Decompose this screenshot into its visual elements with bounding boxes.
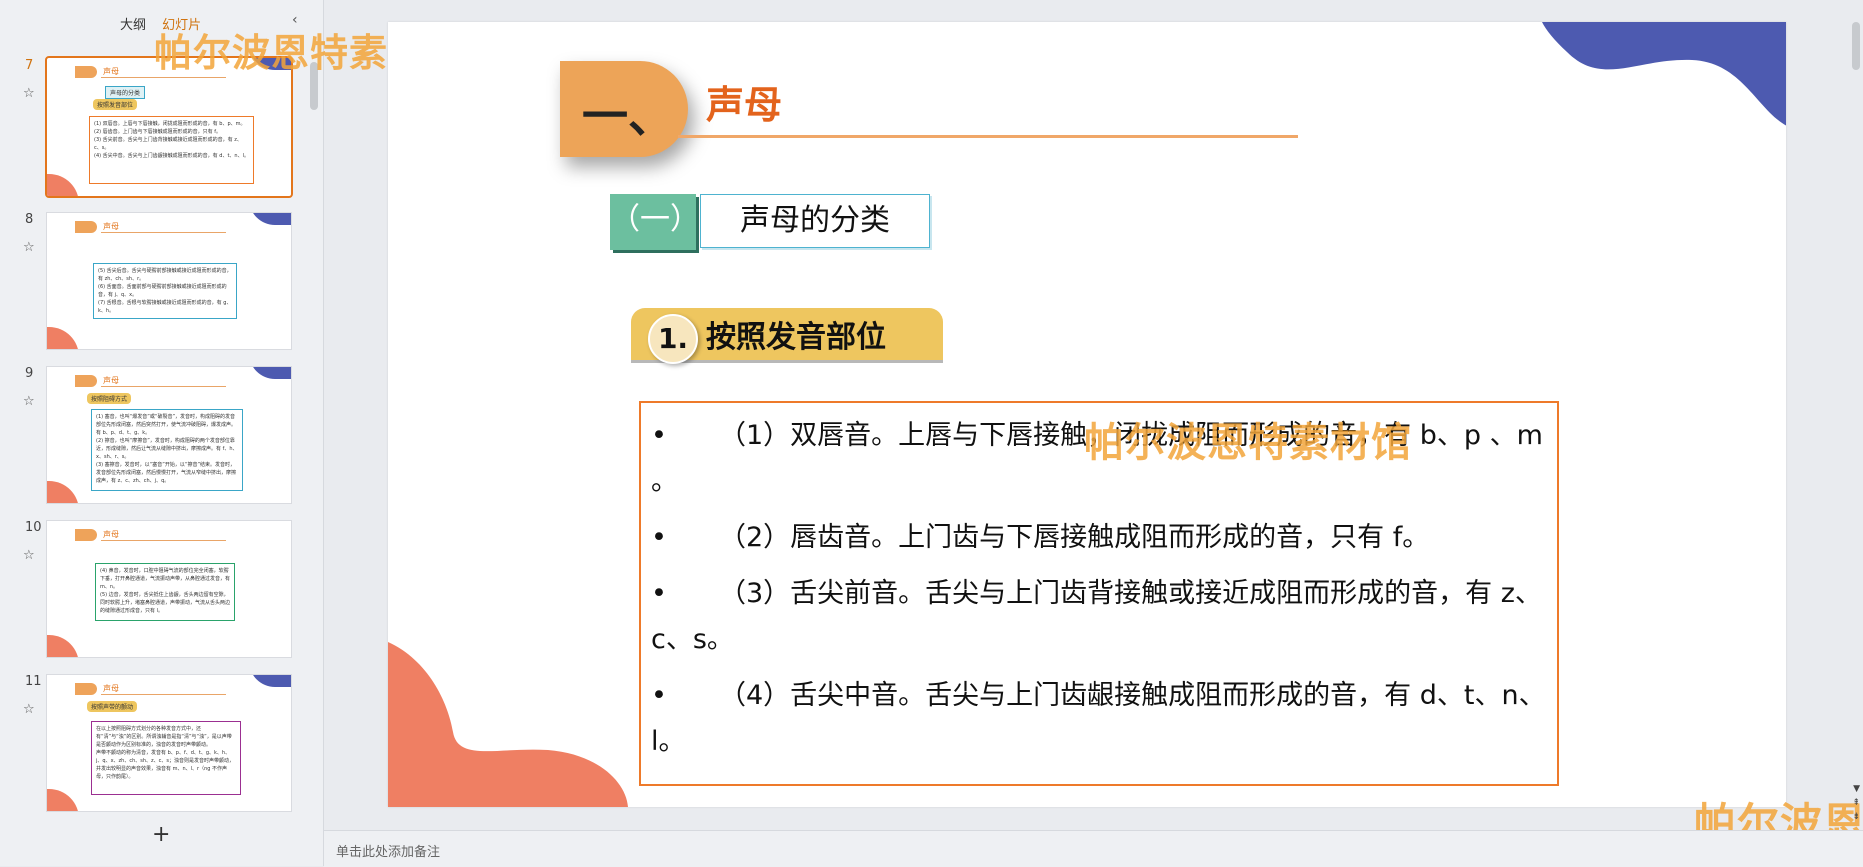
star-icon[interactable]: ☆ [23, 86, 35, 101]
thumbnail-content-box: (5) 舌尖后音。舌尖与硬腭前部接触或接近成阻而形成的音，有 zh、ch、sh、… [93, 263, 237, 319]
slide-thumbnail[interactable]: 声母 按照阻碍方式 (1) 塞音，也叫“爆发音”或“破裂音”，发音时，构成阻碍的… [46, 366, 292, 504]
thumbnail-line: (3) 舌尖前音。舌尖与上门齿背接触或接近成阻而形成的音，有 z、c、s。 [94, 137, 242, 151]
subheading-number: 1. [648, 314, 698, 364]
slide-panel: 大纲 幻灯片 ‹ 7 ☆ 声母 声母的分类 按照发音部位 (1) 双唇音。上唇与… [0, 0, 465, 866]
editor-area: 一、 声母 （一） 声母的分类 1. 按照发音部位 • （1）双唇音。上唇与下唇接… [324, 0, 1863, 867]
thumbnail-line: (1) 塞音，也叫“爆发音”或“破裂音”，发音时，构成阻碍的发音部位先形成闭塞，… [96, 414, 237, 436]
heading-shape [75, 529, 97, 541]
notes-pane[interactable]: 单击此处添加备注 [324, 830, 1863, 867]
bullet-dot: • [651, 522, 667, 553]
subheading-text: 按照发音部位 [706, 320, 886, 355]
corner-shape [249, 213, 291, 225]
thumbnail-line: (3) 塞擦音，发音时，以“塞音”开始，以“擦音”结束。发音时，发音部位先形成闭… [96, 462, 237, 484]
slide-number: 10 [25, 520, 42, 535]
next-slide-icon[interactable]: ⇟ [1852, 812, 1860, 822]
thumbnail-title: 声母 [103, 684, 119, 693]
bullet-text: （2）唇齿音。上门齿与下唇接触成阻而形成的音，只有 f。 [719, 522, 1430, 553]
thumbnail-content-box: 在以上按照阻碍方式划分的各种发音方式中，还有“清”与“浊”的区别。所谓浊辅音是指… [91, 721, 241, 795]
thumbnail-subheading: 声母的分类 [105, 86, 146, 99]
divider [101, 694, 226, 695]
corner-shape [47, 789, 79, 811]
thumbnail-line: 在以上按照阻碍方式划分的各种发音方式中，还有“清”与“浊”的区别。所谓浊辅音是指… [96, 726, 232, 748]
thumbnail-line: (5) 舌尖后音。舌尖与硬腭前部接触或接近成阻而形成的音，有 zh、ch、sh、… [98, 268, 232, 282]
corner-shape-bottom-left [388, 642, 628, 807]
thumbnail-line: (4) 鼻音，发音时，口腔中阻碍气流的部位完全闭塞，软腭下垂，打开鼻腔通道，气流… [100, 568, 231, 590]
slide-thumbnail[interactable]: 声母 按照声带的颤动 在以上按照阻碍方式划分的各种发音方式中，还有“清”与“浊”… [46, 674, 292, 812]
bullet-dot: • [651, 578, 667, 609]
thumbnail-title: 声母 [103, 530, 119, 539]
slide-number: 11 [25, 674, 42, 689]
thumbnail-line: (2) 擦音，也叫“摩擦音”，发音时，构成阻碍的两个发音部位靠近，形成缝隙，然后… [96, 438, 238, 460]
heading-shape [75, 66, 97, 78]
slide-title: 声母 [706, 83, 783, 127]
star-icon[interactable]: ☆ [23, 548, 35, 563]
notes-placeholder[interactable]: 单击此处添加备注 [336, 841, 440, 860]
thumbnail-line: (5) 边音，发音时，舌尖抵住上齿龈，舌头两边留有空隙，同时软腭上升，堵塞鼻腔通… [100, 592, 231, 614]
scroll-thumb[interactable] [1852, 22, 1860, 70]
bullet-item: • （2）唇齿音。上门齿与下唇接触成阻而形成的音，只有 f。 [651, 515, 1547, 561]
section-label: 声母的分类 [700, 194, 930, 248]
section-badge: （一） [610, 194, 700, 250]
thumbnail-line: (6) 舌面音。舌面前部与硬腭前部接触或接近成阻而形成的音，有 j、q、x。 [98, 284, 227, 298]
thumbnail-subitem: 按照声带的颤动 [87, 701, 138, 712]
thumbnail-line: 声带不颤动的称为清音，发音有 b、p、f、d、t、g、k、h、j、q、x、zh、… [96, 750, 234, 780]
slide-thumbnail[interactable]: 声母 (5) 舌尖后音。舌尖与硬腭前部接触或接近成阻而形成的音，有 zh、ch、… [46, 212, 292, 350]
heading-shape [75, 221, 97, 233]
watermark: 帕尔波恩特素材馆 [1084, 419, 1412, 466]
slide-number: 9 [25, 366, 34, 381]
bullet-text: （4）舌尖中音。舌尖与上门齿龈接触成阻而形成的音，有 d、t、n、l。 [651, 680, 1546, 757]
divider [101, 386, 226, 387]
divider [101, 540, 226, 541]
thumbnail-title: 声母 [103, 376, 119, 385]
corner-shape [249, 367, 291, 379]
corner-shape [47, 174, 79, 196]
bullet-dot: • [651, 420, 667, 451]
bullet-dot: • [651, 680, 667, 711]
star-icon[interactable]: ☆ [23, 702, 35, 717]
thumbnail-line: (2) 唇齿音。上门齿与下唇接触成阻而形成的音，只有 f。 [94, 129, 222, 135]
scroll-down-icon[interactable]: ▼ [1853, 784, 1860, 794]
heading-shape [75, 683, 97, 695]
thumbnail-title: 声母 [103, 67, 119, 76]
thumbnail-content-box: (4) 鼻音，发音时，口腔中阻碍气流的部位完全闭塞，软腭下垂，打开鼻腔通道，气流… [95, 563, 235, 621]
thumbnail-subitem: 按照阻碍方式 [87, 393, 132, 404]
star-icon[interactable]: ☆ [23, 240, 35, 255]
slide-number: 7 [25, 58, 34, 73]
vertical-scrollbar[interactable]: ▼ ⇞ ⇟ [1847, 0, 1863, 822]
thumbnail-title: 声母 [103, 222, 119, 231]
thumbnail-content-box: (1) 塞音，也叫“爆发音”或“破裂音”，发音时，构成阻碍的发音部位先形成闭塞，… [91, 409, 243, 491]
bullet-item: • （4）舌尖中音。舌尖与上门齿龈接触成阻而形成的音，有 d、t、n、l。 [651, 673, 1547, 765]
slide-number: 8 [25, 212, 34, 227]
thumbnail-line: (4) 舌尖中音。舌尖与上门齿龈接触成阻而形成的音，有 d、t、n、l。 [94, 153, 249, 159]
heading-underline [678, 135, 1298, 138]
corner-shape [47, 327, 79, 349]
heading-number: 一、 [582, 89, 674, 143]
previous-slide-icon[interactable]: ⇞ [1852, 798, 1860, 808]
tab-outline[interactable]: 大纲 [120, 18, 146, 33]
heading-shape [75, 375, 97, 387]
thumbnail-subitem: 按照发音部位 [93, 99, 138, 110]
thumbnail-line: (1) 双唇音。上唇与下唇接触，闭拢成阻而形成的音，有 b、p、m。 [94, 121, 246, 127]
bullet-text: （3）舌尖前音。舌尖与上门齿背接触或接近成阻而形成的音，有 z、c、s。 [651, 578, 1542, 655]
star-icon[interactable]: ☆ [23, 394, 35, 409]
add-slide-button[interactable]: + [152, 822, 170, 847]
corner-shape-top-right [1542, 22, 1786, 126]
thumbnail-content-box: (1) 双唇音。上唇与下唇接触，闭拢成阻而形成的音，有 b、p、m。 (2) 唇… [89, 116, 254, 184]
bullet-item: • （3）舌尖前音。舌尖与上门齿背接触或接近成阻而形成的音，有 z、c、s。 [651, 571, 1547, 663]
corner-shape [47, 481, 79, 503]
divider [101, 77, 226, 78]
divider [101, 232, 226, 233]
slide-thumbnail[interactable]: 声母 声母的分类 按照发音部位 (1) 双唇音。上唇与下唇接触，闭拢成阻而形成的… [45, 56, 293, 198]
corner-shape [47, 635, 79, 657]
corner-shape [249, 675, 291, 687]
slide-thumbnail[interactable]: 声母 (4) 鼻音，发音时，口腔中阻碍气流的部位完全闭塞，软腭下垂，打开鼻腔通道… [46, 520, 292, 658]
thumbnail-line: (7) 舌根音。舌根与软腭接触或接近成阻而形成的音，有 g、k、h。 [98, 300, 232, 314]
